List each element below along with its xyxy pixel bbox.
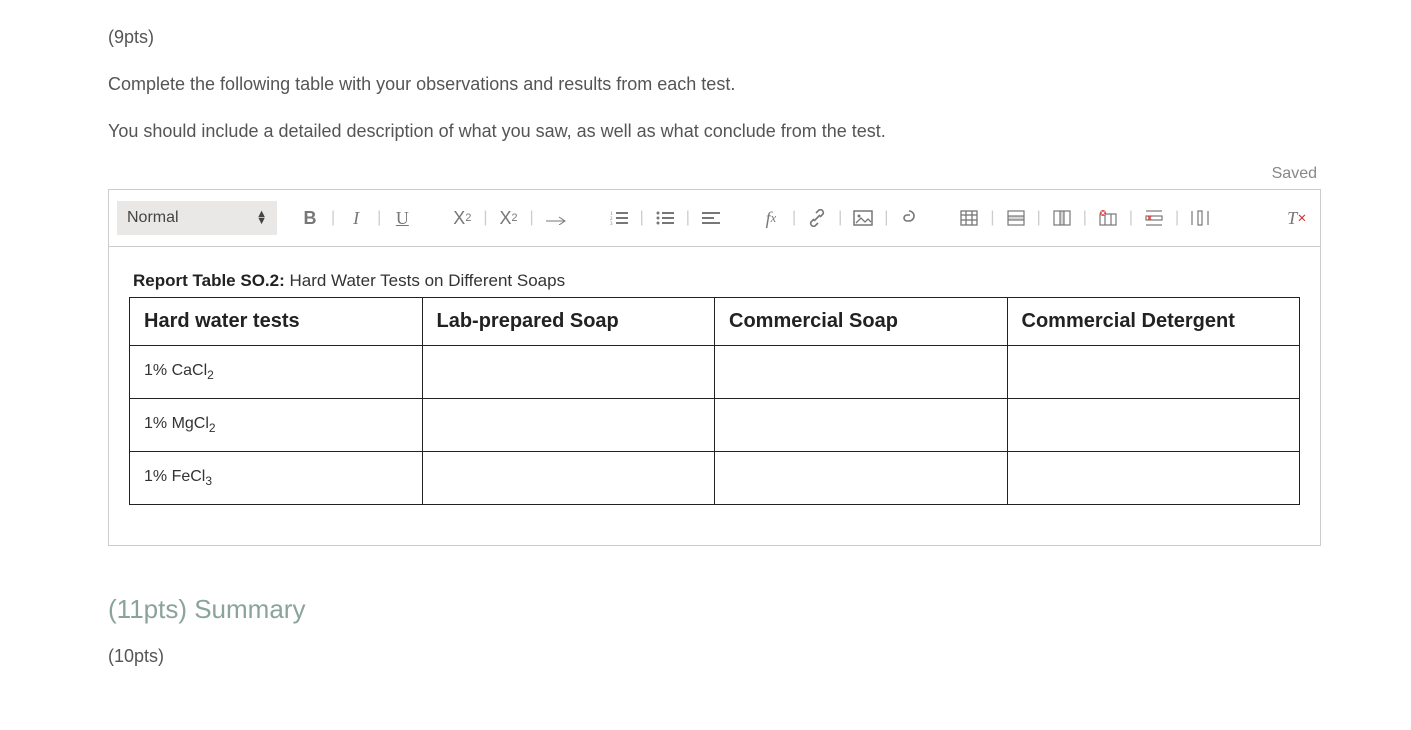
report-table: Hard water tests Lab-prepared Soap Comme… — [129, 297, 1300, 505]
question-points: (9pts) — [108, 24, 1321, 51]
rich-text-editor: Normal ▲▼ B | I | U X2 | X2 | 123 | — [108, 189, 1321, 546]
separator: | — [1081, 209, 1089, 227]
separator: | — [836, 209, 844, 227]
cell[interactable] — [1007, 346, 1300, 399]
document-page: (9pts) Complete the following table with… — [0, 0, 1411, 730]
table-caption-rest: Hard Water Tests on Different Soaps — [285, 271, 565, 290]
separator: | — [329, 209, 337, 227]
italic-button[interactable]: I — [341, 204, 371, 233]
updown-icon: ▲▼ — [256, 211, 267, 225]
cell[interactable] — [715, 346, 1008, 399]
table-row: 1% CaCl2 — [130, 346, 1300, 399]
chem-text: 1% MgCl — [144, 415, 209, 432]
separator: | — [882, 209, 890, 227]
chem-sub: 3 — [205, 474, 212, 488]
clear-formatting-button[interactable]: T✕ — [1282, 204, 1312, 233]
editor-content[interactable]: Report Table SO.2: Hard Water Tests on D… — [109, 247, 1320, 545]
arrow-icon[interactable] — [540, 207, 574, 229]
cell[interactable] — [715, 452, 1008, 505]
unordered-list-button[interactable] — [650, 206, 680, 230]
delete-table-button[interactable] — [1093, 206, 1123, 230]
row-label[interactable]: 1% MgCl2 — [130, 399, 423, 452]
summary-heading: (11pts) Summary — [108, 594, 1321, 625]
cell[interactable] — [715, 399, 1008, 452]
superscript-button[interactable]: X2 — [493, 204, 523, 233]
cell[interactable] — [1007, 399, 1300, 452]
cell[interactable] — [422, 452, 715, 505]
equation-button[interactable]: fx — [756, 204, 786, 233]
question-text-1: Complete the following table with your o… — [108, 71, 1321, 98]
table-caption-bold: Report Table SO.2: — [133, 271, 285, 290]
separator: | — [375, 209, 383, 227]
svg-text:3: 3 — [610, 222, 613, 226]
th-hard-water-tests[interactable]: Hard water tests — [130, 298, 423, 346]
insert-column-button[interactable] — [1047, 206, 1077, 230]
separator: | — [684, 209, 692, 227]
cell[interactable] — [422, 399, 715, 452]
editor-toolbar: Normal ▲▼ B | I | U X2 | X2 | 123 | — [109, 190, 1320, 247]
bold-button[interactable]: B — [295, 204, 325, 233]
question-text-2: You should include a detailed descriptio… — [108, 118, 1321, 145]
table-row: 1% MgCl2 — [130, 399, 1300, 452]
image-button[interactable] — [848, 206, 878, 230]
chem-text: 1% CaCl — [144, 362, 207, 379]
th-commercial-soap[interactable]: Commercial Soap — [715, 298, 1008, 346]
ordered-list-button[interactable]: 123 — [604, 206, 634, 230]
separator: | — [988, 209, 996, 227]
separator: | — [790, 209, 798, 227]
table-caption: Report Table SO.2: Hard Water Tests on D… — [129, 271, 1300, 297]
chem-sub: 2 — [209, 421, 216, 435]
separator: | — [1127, 209, 1135, 227]
separator: | — [638, 209, 646, 227]
link-button[interactable] — [802, 205, 832, 231]
chem-text: 1% FeCl — [144, 468, 205, 485]
table-row: 1% FeCl3 — [130, 452, 1300, 505]
table-header-row: Hard water tests Lab-prepared Soap Comme… — [130, 298, 1300, 346]
paragraph-format-select[interactable]: Normal ▲▼ — [117, 201, 277, 235]
underline-button[interactable]: U — [387, 204, 417, 233]
attachment-button[interactable] — [894, 206, 924, 230]
row-label[interactable]: 1% FeCl3 — [130, 452, 423, 505]
chem-sub: 2 — [207, 368, 214, 382]
th-commercial-detergent[interactable]: Commercial Detergent — [1007, 298, 1300, 346]
cell[interactable] — [1007, 452, 1300, 505]
separator: | — [527, 209, 535, 227]
subscript-button[interactable]: X2 — [447, 204, 477, 233]
insert-row-button[interactable] — [1001, 206, 1031, 230]
delete-column-button[interactable] — [1185, 206, 1215, 230]
paragraph-format-label: Normal — [127, 209, 179, 227]
saved-status: Saved — [108, 165, 1321, 183]
cell[interactable] — [422, 346, 715, 399]
row-label[interactable]: 1% CaCl2 — [130, 346, 423, 399]
insert-table-button[interactable] — [954, 206, 984, 230]
align-button[interactable] — [696, 207, 726, 229]
delete-row-button[interactable] — [1139, 206, 1169, 230]
th-lab-prepared-soap[interactable]: Lab-prepared Soap — [422, 298, 715, 346]
summary-sub-points: (10pts) — [108, 643, 1321, 670]
separator: | — [1173, 209, 1181, 227]
separator: | — [1035, 209, 1043, 227]
separator: | — [481, 209, 489, 227]
